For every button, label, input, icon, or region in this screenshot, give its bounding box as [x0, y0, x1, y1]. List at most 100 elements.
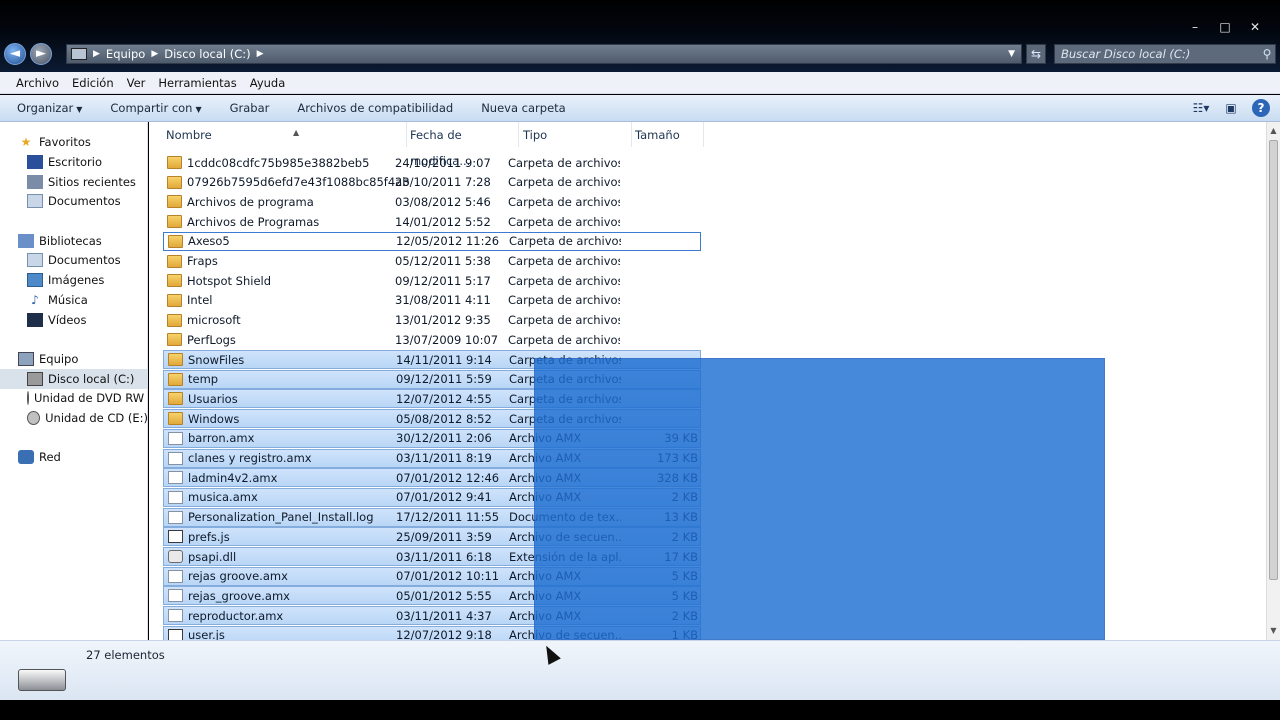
search-input[interactable] — [1055, 47, 1259, 61]
maximize-button[interactable]: □ — [1212, 18, 1238, 36]
chevron-down-icon[interactable]: ▼ — [1008, 49, 1015, 59]
menu-ayuda[interactable]: Ayuda — [250, 76, 286, 90]
file-name: microsoft — [187, 313, 241, 328]
file-icon — [168, 471, 183, 485]
chevron-right-icon[interactable]: ▶ — [151, 49, 158, 59]
nav-libraries[interactable]: Bibliotecas — [0, 231, 148, 251]
nav-music[interactable]: ♪ Música — [0, 290, 148, 310]
file-icon — [168, 510, 183, 524]
file-row[interactable]: Hotspot Shield 09/12/2011 5:17 Carpeta de … — [163, 271, 701, 290]
file-row[interactable]: rejas_groove.amx 05/01/2012 5:55 Archivo A… — [163, 586, 701, 606]
file-row[interactable]: Axeso5 12/05/2012 11:26 Carpeta de archivo… — [163, 231, 701, 251]
file-row[interactable]: prefs.js 25/09/2011 3:59 Archivo de secuen… — [163, 527, 701, 547]
burn-button[interactable]: Grabar — [230, 101, 270, 115]
file-name: rejas_groove.amx — [188, 588, 290, 603]
file-row[interactable]: clanes y registro.amx 03/11/2011 8:19 Arch… — [163, 448, 701, 468]
file-type: Carpeta de archivos — [508, 313, 620, 328]
menu-edicion[interactable]: Edición — [72, 76, 114, 90]
file-row[interactable]: user.js 12/07/2012 9:18 Archivo de secuen.… — [163, 625, 701, 640]
forward-button[interactable]: ► — [30, 43, 52, 65]
nav-images[interactable]: Imágenes — [0, 270, 148, 290]
file-row[interactable]: Intel 31/08/2011 4:11 Carpeta de archivos — [163, 291, 701, 310]
file-icon — [168, 451, 183, 465]
file-type: Carpeta de archivos — [508, 214, 620, 229]
chevron-right-icon[interactable]: ▶ — [257, 49, 264, 59]
file-row[interactable]: Archivos de programa 03/08/2012 5:46 Carpe… — [163, 192, 701, 211]
file-row[interactable]: 07926b7595d6efd7e43f1088bc85f4ab 23/10/20… — [163, 173, 701, 192]
file-name: prefs.js — [188, 529, 230, 544]
nav-documents-fav[interactable]: Documentos — [0, 191, 148, 211]
column-label: Nombre — [166, 128, 212, 142]
menu-ver[interactable]: Ver — [127, 76, 146, 90]
breadcrumb-local-disk[interactable]: Disco local (C:) — [164, 47, 250, 61]
file-icon — [168, 589, 183, 603]
file-date: 07/01/2012 12:46 — [396, 470, 500, 485]
hard-drive-icon — [18, 669, 66, 691]
file-row[interactable]: Windows 05/08/2012 8:52 Carpeta de archivo… — [163, 409, 701, 429]
nav-network[interactable]: Red — [0, 447, 148, 467]
close-button[interactable]: ✕ — [1242, 18, 1268, 36]
share-button[interactable]: Compartir con ▼ — [110, 101, 201, 115]
new-folder-button[interactable]: Nueva carpeta — [481, 101, 566, 115]
organize-button[interactable]: Organizar ▼ — [17, 101, 82, 115]
vertical-scrollbar[interactable]: ▲ ▼ — [1266, 122, 1280, 640]
preview-pane-icon[interactable]: ▣ — [1222, 99, 1240, 117]
file-row[interactable]: PerfLogs 13/07/2009 10:07 Carpeta de archi… — [163, 330, 701, 349]
column-headers: Nombre ▲ Fecha de modifica... Tipo Tamañ… — [149, 122, 1266, 168]
window-controls: – □ ✕ — [1182, 18, 1268, 36]
nav-cd-drive[interactable]: Unidad de CD (E:) — [0, 408, 148, 428]
file-row[interactable]: ladmin4v2.amx 07/01/2012 12:46 Archivo AMX… — [163, 468, 701, 488]
menu-herramientas[interactable]: Herramientas — [158, 76, 236, 90]
file-name: Usuarios — [188, 391, 238, 406]
file-row[interactable]: Fraps 05/12/2011 5:38 Carpeta de archivos — [163, 252, 701, 271]
minimize-button[interactable]: – — [1182, 18, 1208, 36]
file-row[interactable]: Usuarios 12/07/2012 4:55 Carpeta de archiv… — [163, 389, 701, 409]
file-row[interactable]: musica.amx 07/01/2012 9:41 Archivo AMX 2 KB — [163, 487, 701, 507]
nav-dvd-drive[interactable]: Unidad de DVD RW ( — [0, 388, 148, 408]
computer-icon — [18, 352, 34, 366]
file-row[interactable]: barron.amx 30/12/2011 2:06 Archivo AMX 39 K… — [163, 428, 701, 448]
help-icon[interactable]: ? — [1252, 99, 1270, 117]
refresh-button[interactable]: ⇆ — [1026, 44, 1046, 64]
nav-favorites[interactable]: ★ Favoritos — [0, 132, 148, 152]
file-size: 13 KB — [664, 510, 698, 525]
column-header-name[interactable]: Nombre ▲ — [163, 122, 407, 147]
breadcrumb-equipo[interactable]: Equipo — [106, 47, 145, 61]
view-options-icon[interactable]: ☷▾ — [1192, 99, 1210, 117]
column-header-type[interactable]: Tipo — [520, 122, 632, 147]
scroll-down-icon[interactable]: ▼ — [1267, 624, 1280, 638]
file-row[interactable]: psapi.dll 03/11/2011 6:18 Extensión de la … — [163, 547, 701, 566]
search-icon[interactable]: ⚲ — [1259, 47, 1275, 61]
file-date: 14/11/2011 9:14 — [396, 352, 492, 367]
file-date: 30/12/2011 2:06 — [396, 431, 492, 446]
file-date: 09/12/2011 5:59 — [396, 372, 492, 387]
search-box[interactable]: ⚲ — [1054, 44, 1276, 64]
file-row[interactable]: SnowFiles 14/11/2011 9:14 Carpeta de archi… — [163, 350, 701, 369]
column-header-date[interactable]: Fecha de modifica... — [407, 122, 519, 168]
file-row[interactable]: microsoft 13/01/2012 9:35 Carpeta de archi… — [163, 311, 701, 330]
nav-computer[interactable]: Equipo — [0, 349, 148, 369]
nav-recent[interactable]: Sitios recientes — [0, 172, 148, 192]
file-row[interactable]: Personalization_Panel_Install.log 17/12/2… — [163, 507, 701, 527]
column-header-size[interactable]: Tamaño — [632, 122, 704, 147]
nav-label: Imágenes — [48, 273, 105, 287]
file-row[interactable]: Archivos de Programas 14/01/2012 5:52 Carp… — [163, 212, 701, 231]
file-row[interactable]: temp 09/12/2011 5:59 Carpeta de archivos — [163, 369, 701, 389]
compat-files-button[interactable]: Archivos de compatibilidad — [297, 101, 453, 115]
menu-archivo[interactable]: Archivo — [16, 76, 59, 90]
cd-icon — [27, 411, 41, 425]
file-row[interactable]: rejas groove.amx 07/01/2012 10:11 Archivo … — [163, 566, 701, 586]
file-date: 31/08/2011 4:11 — [395, 293, 491, 308]
address-bar[interactable]: ▶ Equipo ▶ Disco local (C:) ▶ ▼ — [66, 44, 1022, 64]
nav-documents[interactable]: Documentos — [0, 250, 148, 270]
back-button[interactable]: ◄ — [4, 43, 26, 65]
file-row[interactable]: 1cddc08cdfc75b985e3882beb5 24/10/2011 9:0… — [163, 153, 701, 172]
nav-local-disk[interactable]: Disco local (C:) — [0, 369, 148, 389]
scroll-up-icon[interactable]: ▲ — [1267, 124, 1280, 138]
nav-videos[interactable]: Vídeos — [0, 310, 148, 330]
scroll-thumb[interactable] — [1269, 140, 1278, 580]
nav-desktop[interactable]: Escritorio — [0, 152, 148, 172]
nav-label: Unidad de CD (E:) — [45, 411, 148, 425]
nav-label: Red — [39, 450, 61, 464]
file-row[interactable]: reproductor.amx 03/11/2011 4:37 Archivo AM… — [163, 606, 701, 626]
